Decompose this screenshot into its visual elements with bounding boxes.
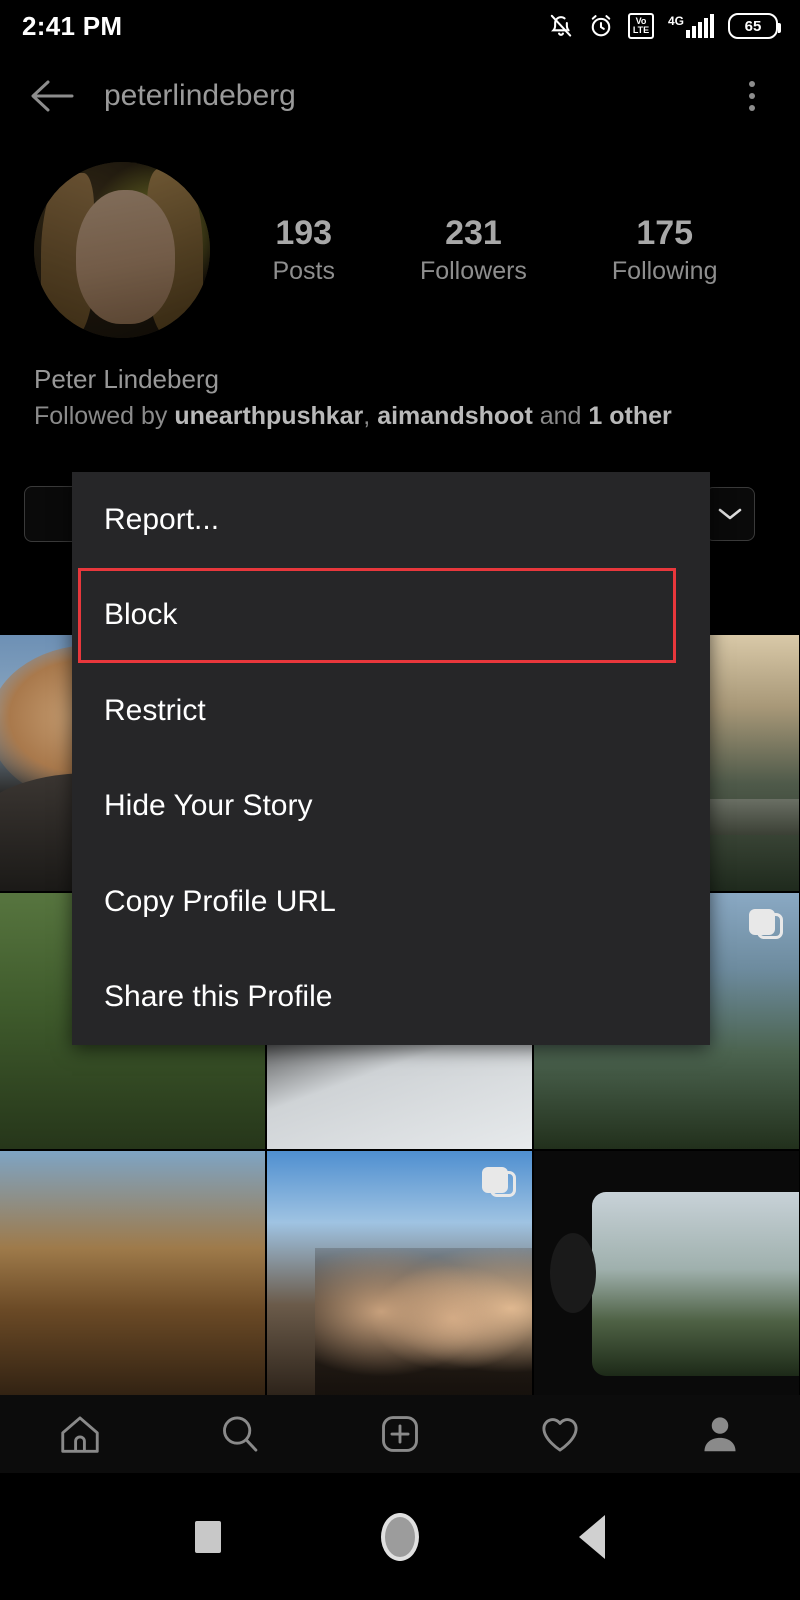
profile-header: 193 Posts 231 Followers 175 Following — [0, 150, 800, 350]
stat-following-value: 175 — [636, 213, 694, 252]
status-bar: 2:41 PM Vo LTE 4G 65 — [0, 0, 800, 52]
android-system-nav — [0, 1473, 800, 1600]
stat-following-label: Following — [611, 257, 718, 286]
app-bar: peterlindeberg — [0, 52, 800, 140]
followed-by-prefix: Followed by — [34, 402, 175, 430]
battery-level: 65 — [744, 17, 762, 35]
carousel-icon — [749, 909, 783, 943]
stat-posts-value: 193 — [275, 213, 333, 252]
notifications-off-icon — [548, 13, 574, 39]
stat-followers-label: Followers — [419, 257, 527, 286]
grid-post-7[interactable] — [0, 1151, 265, 1407]
phone-screen: 2:41 PM Vo LTE 4G 65 peterlindeberg 193 … — [0, 0, 800, 1600]
overflow-menu-icon[interactable] — [728, 68, 776, 124]
stat-followers-value: 231 — [445, 213, 502, 252]
battery-icon: 65 — [728, 13, 781, 39]
status-icon-group: Vo LTE 4G 65 — [548, 13, 781, 39]
followed-by-others[interactable]: 1 other — [588, 402, 671, 430]
home-circle-icon[interactable] — [381, 1512, 419, 1561]
grid-post-9[interactable] — [534, 1151, 799, 1407]
volte-icon: Vo LTE — [627, 13, 654, 39]
menu-item-block[interactable]: Block — [78, 567, 676, 663]
followed-by-separator: , — [363, 402, 378, 430]
heart-icon[interactable] — [515, 1399, 605, 1469]
bottom-navigation-bar — [0, 1395, 800, 1473]
profile-stats: 193 Posts 231 Followers 175 Following — [210, 214, 800, 286]
menu-item-share-this-profile[interactable]: Share this Profile — [72, 950, 710, 1046]
stat-followers[interactable]: 231 Followers — [420, 214, 527, 286]
back-triangle-icon[interactable] — [579, 1514, 605, 1559]
followed-by-user-1[interactable]: unearthpushkar — [174, 402, 363, 430]
menu-item-report[interactable]: Report... — [72, 472, 710, 568]
chevron-down-icon[interactable] — [705, 487, 755, 541]
carousel-icon — [482, 1167, 516, 1201]
stat-posts[interactable]: 193 Posts — [272, 214, 335, 286]
add-post-icon[interactable] — [355, 1399, 445, 1469]
menu-item-restrict[interactable]: Restrict — [72, 663, 710, 759]
followed-by-text: Followed by unearthpushkar, aimandshoot … — [34, 402, 672, 431]
avatar[interactable] — [34, 162, 210, 338]
followed-by-user-2[interactable]: aimandshoot — [377, 402, 533, 430]
page-title: peterlindeberg — [104, 79, 296, 112]
signal-bars — [686, 14, 714, 38]
stat-following[interactable]: 175 Following — [612, 214, 718, 286]
alarm-icon — [588, 13, 614, 39]
status-time: 2:41 PM — [22, 10, 123, 41]
back-arrow-icon[interactable] — [24, 68, 80, 124]
menu-item-copy-profile-url[interactable]: Copy Profile URL — [72, 854, 710, 950]
profile-full-name: Peter Lindeberg — [34, 364, 220, 394]
stat-posts-label: Posts — [272, 257, 335, 286]
menu-item-hide-your-story[interactable]: Hide Your Story — [72, 759, 710, 855]
overflow-dropdown-menu: Report... Block Restrict Hide Your Story… — [72, 472, 710, 1045]
signal-icon: 4G — [668, 14, 714, 38]
home-icon[interactable] — [35, 1399, 125, 1469]
followed-by-conjunction: and — [532, 402, 589, 430]
profile-icon[interactable] — [675, 1399, 765, 1469]
search-icon[interactable] — [195, 1399, 285, 1469]
grid-post-8[interactable] — [267, 1151, 532, 1407]
recents-square-icon[interactable] — [195, 1520, 221, 1553]
